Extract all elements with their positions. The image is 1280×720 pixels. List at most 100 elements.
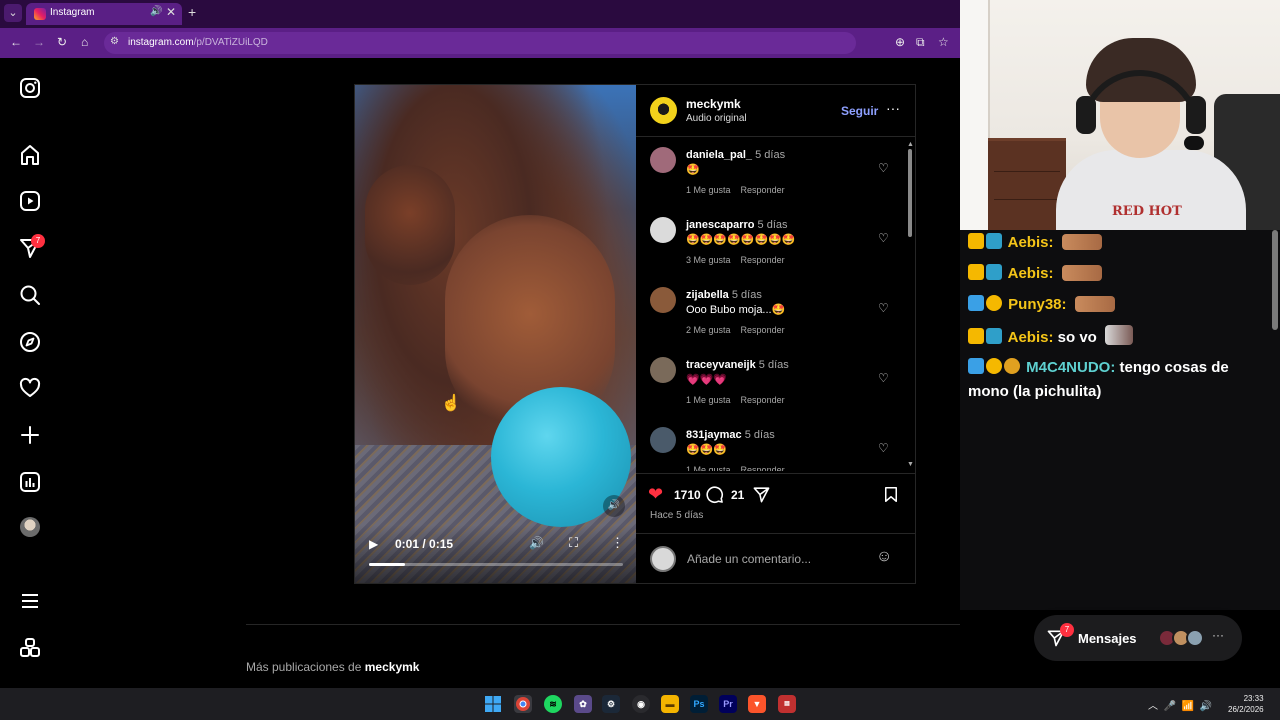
commenter-avatar[interactable] bbox=[650, 427, 676, 453]
author-avatar[interactable] bbox=[650, 97, 677, 124]
reload-button[interactable]: ↻ bbox=[57, 35, 67, 49]
messages-pill-button[interactable]: 7 Mensajes ··· bbox=[1034, 615, 1242, 661]
comment-like-heart-icon[interactable]: ♡ bbox=[878, 301, 889, 315]
comment-reply-button[interactable]: Responder bbox=[741, 185, 785, 195]
app-icon[interactable]: ▤ bbox=[778, 695, 796, 713]
system-tray[interactable]: ︿ 🎤 📶 🔊 bbox=[1148, 697, 1212, 712]
comment-likes[interactable]: 3 Me gusta bbox=[686, 255, 731, 265]
comment-username[interactable]: janescaparro bbox=[686, 219, 754, 231]
home-icon[interactable] bbox=[18, 143, 42, 167]
audio-label[interactable]: Audio original bbox=[686, 113, 747, 124]
video-progress-bar[interactable] bbox=[369, 563, 623, 566]
chat-username[interactable]: Puny38: bbox=[1008, 296, 1066, 313]
file-explorer-icon[interactable]: ▬ bbox=[661, 695, 679, 713]
search-icon[interactable] bbox=[18, 283, 42, 307]
comment-like-heart-icon[interactable]: ♡ bbox=[878, 161, 889, 175]
follow-button[interactable]: Seguir bbox=[841, 104, 878, 118]
bookmark-star-icon[interactable]: ☆ bbox=[938, 35, 949, 49]
chat-username[interactable]: Aebis: bbox=[1008, 265, 1054, 282]
explore-compass-icon[interactable] bbox=[18, 330, 42, 354]
home-button[interactable]: ⌂ bbox=[81, 35, 88, 49]
comment-username[interactable]: zijabella bbox=[686, 289, 729, 301]
comment-reply-button[interactable]: Responder bbox=[741, 325, 785, 335]
brave-icon[interactable]: ▼ bbox=[748, 695, 766, 713]
commenter-avatar[interactable] bbox=[650, 147, 676, 173]
comment-likes[interactable]: 1 Me gusta bbox=[686, 465, 731, 471]
instagram-logo-icon[interactable] bbox=[18, 76, 42, 100]
chat-username[interactable]: Aebis: bbox=[1008, 329, 1054, 346]
steam-icon[interactable]: ⚙ bbox=[602, 695, 620, 713]
commenter-username[interactable]: zijabella 5 días bbox=[686, 289, 762, 301]
chat-username[interactable]: Aebis: bbox=[1008, 234, 1054, 251]
comment-reply-button[interactable]: Responder bbox=[741, 465, 785, 471]
comments-scrollbar[interactable]: ▲ ▼ bbox=[907, 141, 914, 471]
video-more-icon[interactable]: ⋮ bbox=[611, 535, 624, 551]
messages-more-icon[interactable]: ··· bbox=[1212, 628, 1224, 642]
save-bookmark-icon[interactable] bbox=[882, 485, 900, 504]
menu-hamburger-icon[interactable] bbox=[18, 589, 42, 613]
create-plus-icon[interactable] bbox=[18, 423, 42, 447]
system-clock[interactable]: 23:33 26/2/2026 bbox=[1228, 693, 1264, 715]
comment-likes[interactable]: 1 Me gusta bbox=[686, 185, 731, 195]
comment-icon[interactable] bbox=[705, 485, 724, 504]
commenter-avatar[interactable] bbox=[650, 287, 676, 313]
play-icon[interactable]: ▶ bbox=[369, 537, 378, 551]
windows-start-icon[interactable] bbox=[484, 695, 502, 713]
photoshop-icon[interactable]: Ps bbox=[690, 695, 708, 713]
tab-audio-icon[interactable]: 🔊 bbox=[150, 6, 162, 17]
comment-like-heart-icon[interactable]: ♡ bbox=[878, 371, 889, 385]
comment-likes[interactable]: 1 Me gusta bbox=[686, 395, 731, 405]
volume-icon[interactable]: 🔊 bbox=[529, 536, 544, 550]
share-icon[interactable] bbox=[752, 485, 771, 504]
add-comment-input[interactable]: Añade un comentario... bbox=[687, 552, 811, 566]
like-heart-icon[interactable]: ❤ bbox=[648, 484, 663, 505]
comment-like-heart-icon[interactable]: ♡ bbox=[878, 441, 889, 455]
post-video[interactable]: ☝ 🔊 ▶ 0:01 / 0:15 🔊 ⛶ ⋮ bbox=[355, 85, 636, 583]
url-field[interactable]: ⚙ instagram.com/p/DVATiZUiLQD bbox=[104, 32, 856, 54]
tab-close-button[interactable]: ✕ bbox=[166, 5, 176, 19]
new-tab-button[interactable]: + bbox=[188, 4, 196, 20]
app-icon[interactable]: ✿ bbox=[574, 695, 592, 713]
tab-search-button[interactable]: ⌄ bbox=[4, 4, 22, 22]
notifications-heart-icon[interactable] bbox=[18, 376, 42, 400]
fullscreen-icon[interactable]: ⛶ bbox=[569, 535, 578, 551]
premiere-icon[interactable]: Pr bbox=[719, 695, 737, 713]
chat-scrollbar[interactable] bbox=[1272, 230, 1278, 330]
comment-username[interactable]: daniela_pal_ bbox=[686, 149, 752, 161]
back-button[interactable]: ← bbox=[10, 35, 22, 49]
forward-button[interactable]: → bbox=[33, 35, 45, 49]
comment-reply-button[interactable]: Responder bbox=[741, 255, 785, 265]
comment-likes[interactable]: 2 Me gusta bbox=[686, 325, 731, 335]
tab-instagram[interactable]: Instagram 🔊 ✕ bbox=[26, 3, 182, 25]
commenter-username[interactable]: janescaparro 5 días bbox=[686, 219, 788, 231]
reels-icon[interactable] bbox=[18, 189, 42, 213]
scroll-up-icon[interactable]: ▲ bbox=[907, 141, 914, 148]
commenter-avatar[interactable] bbox=[650, 357, 676, 383]
emoji-icon[interactable]: ☺ bbox=[876, 548, 892, 566]
comment-like-heart-icon[interactable]: ♡ bbox=[878, 231, 889, 245]
more-posts-author[interactable]: meckymk bbox=[365, 660, 420, 674]
chat-username[interactable]: M4C4NUDO: bbox=[1026, 359, 1115, 376]
commenter-avatar[interactable] bbox=[650, 217, 676, 243]
dashboard-icon[interactable] bbox=[18, 470, 42, 494]
spotify-icon[interactable]: ≋ bbox=[544, 695, 562, 713]
comment-username[interactable]: 831jaymac bbox=[686, 429, 742, 441]
site-info-icon[interactable]: ⚙ bbox=[110, 36, 119, 47]
post-options-icon[interactable]: ··· bbox=[886, 100, 900, 116]
author-username[interactable]: meckymk bbox=[686, 97, 741, 111]
obs-icon[interactable]: ◉ bbox=[632, 695, 650, 713]
comment-username[interactable]: traceyvaneijk bbox=[686, 359, 756, 371]
profile-avatar[interactable] bbox=[20, 517, 40, 537]
likes-count[interactable]: 1710 bbox=[674, 488, 701, 502]
also-from-meta-icon[interactable] bbox=[18, 636, 42, 660]
commenter-username[interactable]: daniela_pal_ 5 días bbox=[686, 149, 785, 161]
scroll-down-icon[interactable]: ▼ bbox=[907, 461, 914, 468]
commenter-username[interactable]: traceyvaneijk 5 días bbox=[686, 359, 789, 371]
commenter-username[interactable]: 831jaymac 5 días bbox=[686, 429, 775, 441]
chrome-icon[interactable] bbox=[514, 695, 532, 713]
video-mute-icon[interactable]: 🔊 bbox=[603, 495, 625, 517]
install-app-icon[interactable]: ⧉ bbox=[916, 35, 925, 50]
zoom-icon[interactable]: ⊕ bbox=[895, 35, 905, 49]
comment-reply-button[interactable]: Responder bbox=[741, 395, 785, 405]
scrollbar-thumb[interactable] bbox=[908, 149, 912, 237]
